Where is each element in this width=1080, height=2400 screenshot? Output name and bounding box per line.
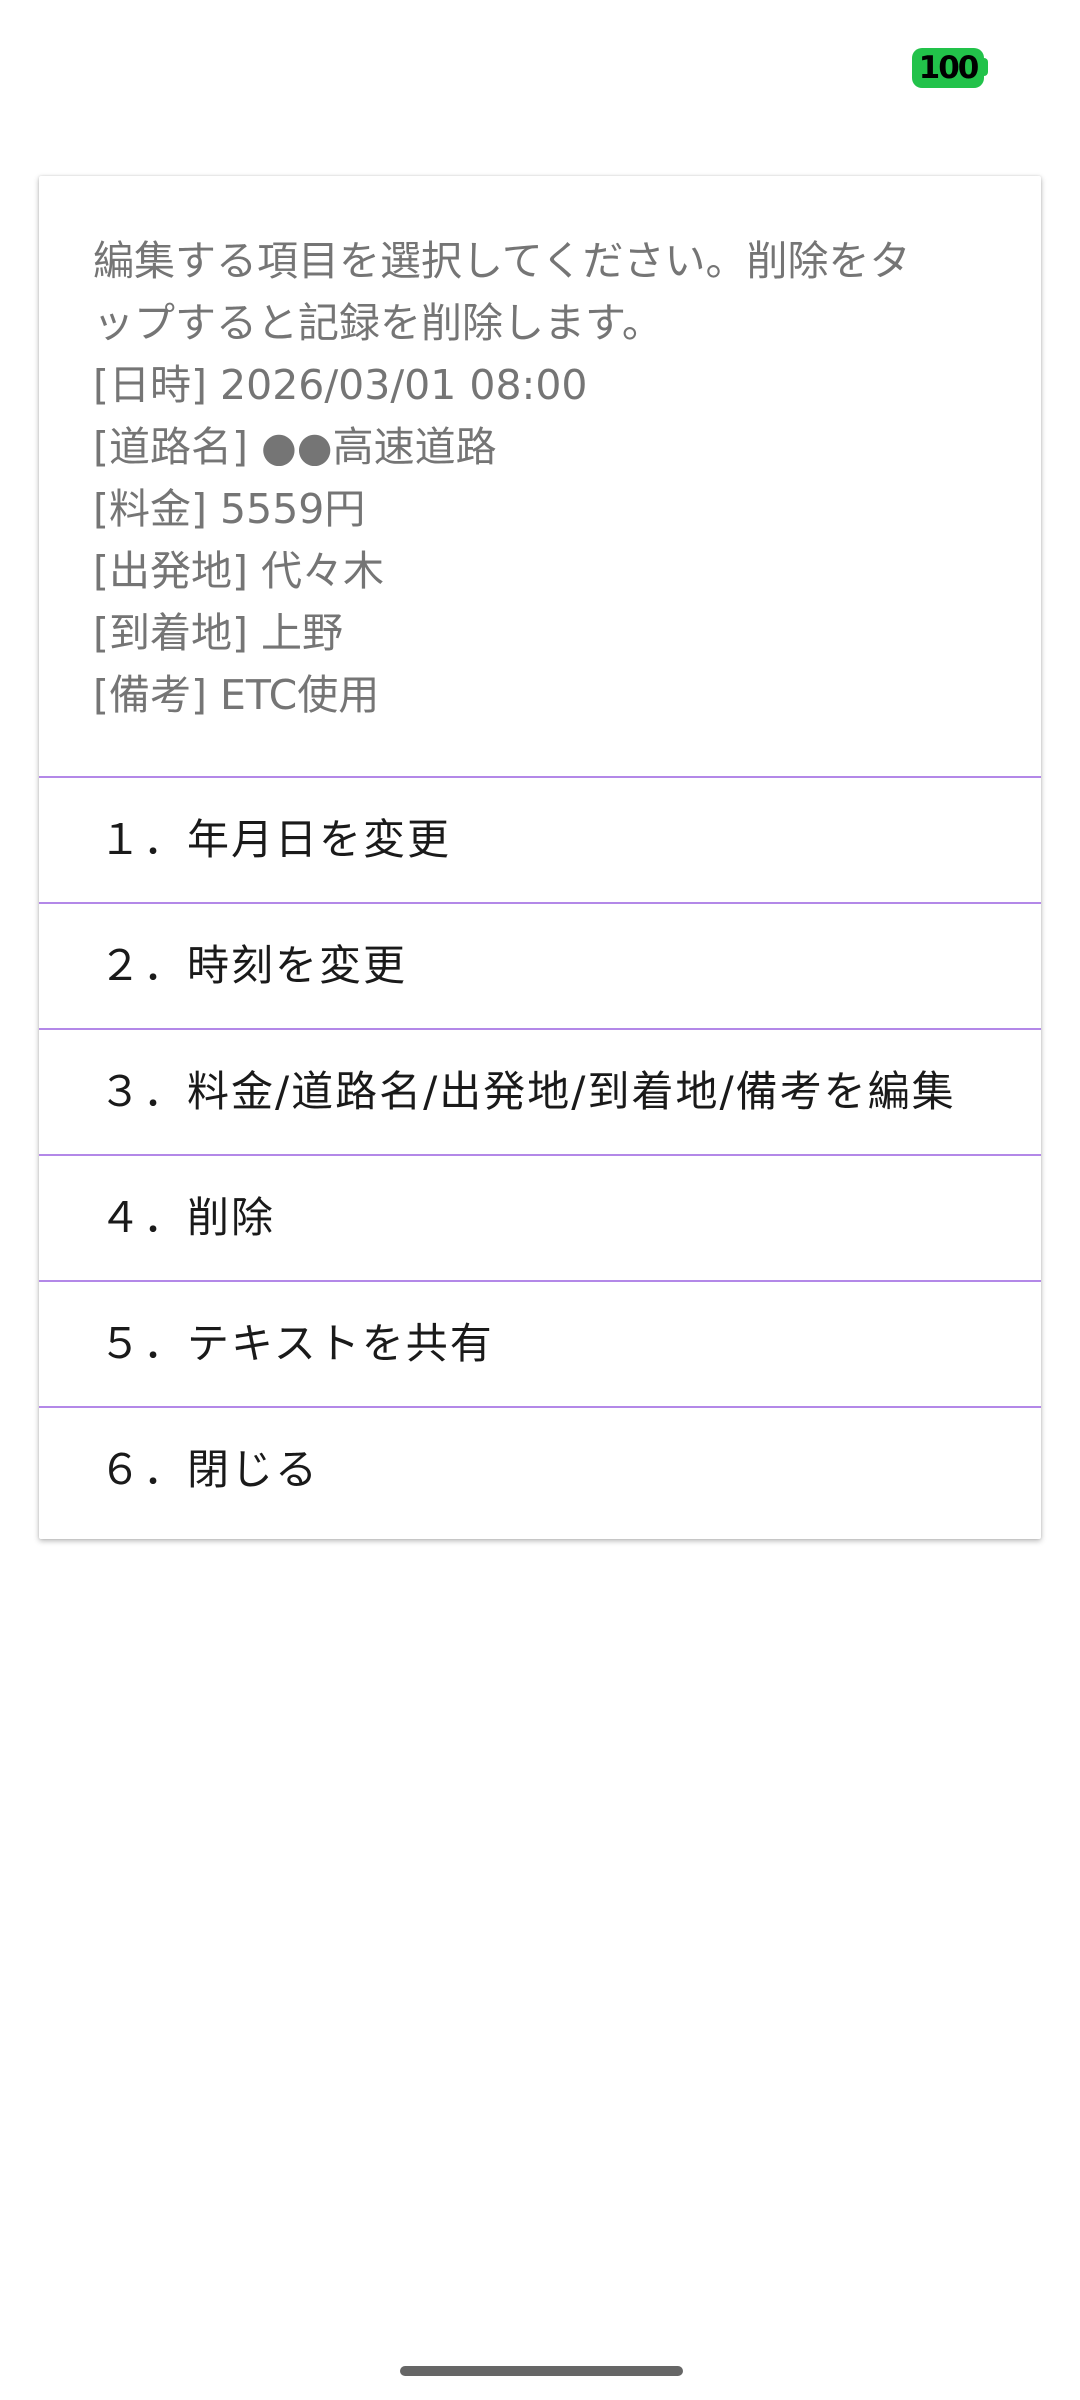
status-bar: 100: [0, 0, 1080, 130]
record-notes: [備考] ETC使用: [93, 671, 380, 719]
option-edit-details[interactable]: ３．料金/道路名/出発地/到着地/備考を編集: [39, 1028, 1041, 1154]
option-close[interactable]: ６．閉じる: [39, 1406, 1041, 1532]
option-change-time[interactable]: ２．時刻を変更: [39, 902, 1041, 1028]
record-arrival: [到着地] 上野: [93, 609, 344, 657]
record-departure: [出発地] 代々木: [93, 547, 385, 595]
battery-indicator: 100: [912, 48, 984, 88]
option-share-text[interactable]: ５．テキストを共有: [39, 1280, 1041, 1406]
home-indicator[interactable]: [400, 2366, 683, 2376]
message-instruction-line-1: 編集する項目を選択してください。削除をタ: [93, 237, 911, 285]
edit-record-dialog: 編集する項目を選択してください。削除をタ ップすると記録を削除します。 [日時]…: [39, 176, 1041, 1539]
record-datetime: [日時] 2026/03/01 08:00: [93, 361, 588, 409]
option-change-time-label: ２．時刻を変更: [99, 941, 408, 990]
dialog-options-list: １．年月日を変更 ２．時刻を変更 ３．料金/道路名/出発地/到着地/備考を編集 …: [39, 776, 1041, 1532]
option-delete-label: ４．削除: [99, 1193, 276, 1242]
battery-tip: [982, 58, 988, 76]
message-instruction-line-2: ップすると記録を削除します。: [93, 299, 663, 347]
record-fee: [料金] 5559円: [93, 485, 366, 533]
option-share-text-label: ５．テキストを共有: [99, 1319, 494, 1368]
option-delete[interactable]: ４．削除: [39, 1154, 1041, 1280]
dialog-message: 編集する項目を選択してください。削除をタ ップすると記録を削除します。 [日時]…: [93, 230, 993, 726]
record-road-name: [道路名] ●●高速道路: [93, 423, 497, 471]
option-change-date-label: １．年月日を変更: [99, 815, 452, 864]
option-change-date[interactable]: １．年月日を変更: [39, 776, 1041, 902]
option-close-label: ６．閉じる: [99, 1445, 320, 1494]
option-edit-details-label: ３．料金/道路名/出発地/到着地/備考を編集: [99, 1067, 956, 1116]
